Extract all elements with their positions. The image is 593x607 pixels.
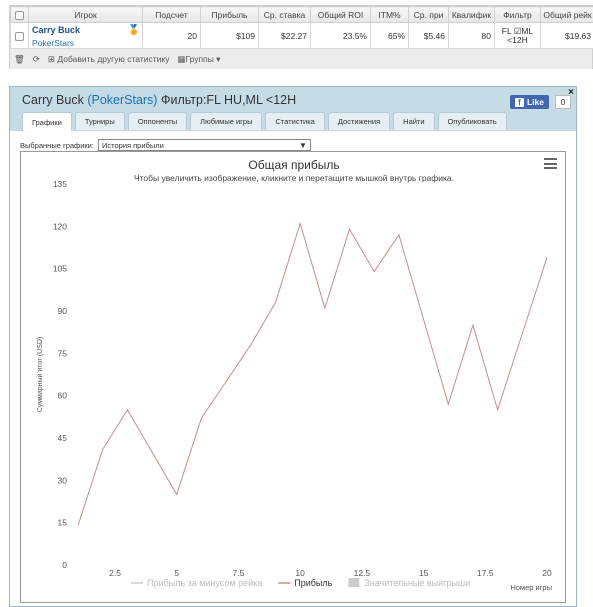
dropdown-arrow-icon: ▼ (299, 140, 307, 150)
y-tick-label: 75 (58, 348, 68, 358)
y-tick-label: 90 (58, 306, 68, 316)
chart-subtitle: Чтобы увеличить изображение, кликните и … (134, 173, 454, 183)
graph-select-value: История прибыли (101, 140, 164, 150)
y-tick-label: 0 (62, 560, 67, 570)
facebook-icon: f (514, 97, 524, 107)
profit-value: $109 (200, 22, 259, 49)
panel-tabs: Графики Турниры Оппоненты Любимые игры С… (22, 112, 507, 131)
roi-value: 23.5% (310, 22, 371, 49)
trash-icon[interactable]: 🗑 (14, 54, 25, 65)
add-stat-label: Добавить другую статистику (57, 53, 170, 64)
table-row: Carry Buck 🏅 PokerStars 20 $109 $22.27 2… (10, 22, 593, 49)
graph-select-row: Выбранные графики: История прибыли ▼ (20, 139, 311, 151)
header-profit[interactable]: Прибыль (200, 6, 259, 23)
x-tick-label: 10 (295, 568, 305, 578)
tab-publish[interactable]: Опубликовать (437, 112, 507, 130)
legend-item-label[interactable]: Прибыль (294, 578, 332, 588)
header-count[interactable]: Подсчет (142, 6, 201, 23)
panel-header: Carry Buck (PokerStars) Фильтр:FL HU,ML … (10, 87, 576, 131)
rake-value: $19.63 (540, 22, 593, 49)
y-tick-label: 105 (53, 264, 67, 274)
stats-table: Игрок Подсчет Прибыль Ср. ставка Общий R… (10, 6, 593, 49)
count-value: 20 (142, 22, 201, 49)
y-axis-label: Суммарный итог (USD) (36, 337, 44, 413)
panel-title: Carry Buck (PokerStars) Фильтр:FL HU,ML … (22, 93, 296, 107)
itm-value: 65% (370, 22, 409, 49)
x-tick-label: 15 (419, 568, 429, 578)
graph-select-label: Выбранные графики: (20, 140, 94, 150)
header-rake[interactable]: Общий рейк (540, 6, 593, 23)
tab-achievements[interactable]: Достижения (327, 112, 391, 130)
groups-dropdown[interactable]: ▦Группы ▾ (177, 54, 220, 65)
y-tick-label: 45 (58, 433, 68, 443)
panel-title-site[interactable]: (PokerStars) (87, 93, 157, 107)
x-tick-label: 2.5 (109, 568, 121, 578)
avg-prize-value: $5.46 (408, 22, 449, 49)
facebook-like-button[interactable]: f Like (509, 95, 549, 109)
stats-toolbar: 🗑 ⟳ ⊞ Добавить другую статистику ▦Группы… (10, 49, 592, 69)
legend-item-label[interactable]: Значительные выигрыши (364, 578, 470, 588)
player-panel: Carry Buck (PokerStars) Фильтр:FL HU,ML … (9, 86, 577, 607)
header-roi[interactable]: Общий ROI (310, 6, 371, 23)
header-player[interactable]: Игрок (28, 6, 143, 23)
player-cell: Carry Buck 🏅 PokerStars (28, 22, 143, 49)
series-line-profit (77, 221, 548, 526)
y-tick-label: 30 (58, 475, 68, 485)
player-site-link[interactable]: PokerStars (32, 38, 139, 48)
y-tick-label: 60 (58, 391, 68, 401)
groups-label: Группы (185, 53, 214, 64)
tab-find[interactable]: Найти (393, 112, 435, 130)
panel-title-name: Carry Buck (22, 93, 84, 107)
tab-opponents[interactable]: Оппоненты (127, 112, 188, 130)
avg-stake-value: $22.27 (258, 22, 311, 49)
filter-value: FL ☑ML <12H (494, 22, 541, 49)
qualif-value: 80 (448, 22, 495, 49)
close-icon[interactable]: × (568, 87, 574, 98)
header-avg-stake[interactable]: Ср. ставка (258, 6, 311, 23)
chart-title: Общая прибыль (248, 158, 339, 172)
stats-header-row: Игрок Подсчет Прибыль Ср. ставка Общий R… (10, 6, 593, 23)
x-tick-label: 17.5 (477, 568, 494, 578)
profit-chart[interactable]: Общая прибыль Чтобы увеличить изображение… (20, 151, 566, 603)
header-qualif[interactable]: Квалифик (448, 6, 495, 23)
row-checkbox[interactable] (10, 22, 29, 49)
header-avg-prize[interactable]: Ср. при (408, 6, 449, 23)
award-icon: 🏅 (127, 25, 140, 36)
tab-statistics[interactable]: Статистика (265, 112, 325, 130)
x-tick-label: 20 (542, 568, 552, 578)
x-axis-label: Номер игры (510, 583, 552, 592)
player-name-link[interactable]: Carry Buck (32, 25, 80, 35)
legend-item-label[interactable]: Прибыль за минусом рейка (147, 578, 262, 588)
y-tick-label: 135 (53, 179, 67, 189)
facebook-like-label: Like (526, 97, 544, 107)
select-all-checkbox[interactable] (10, 6, 29, 23)
panel-title-filter: Фильтр:FL HU,ML <12H (160, 93, 297, 107)
chart-svg: Общая прибыльЧтобы увеличить изображение… (36, 158, 552, 592)
stats-table-wrapper: Игрок Подсчет Прибыль Ср. ставка Общий R… (9, 5, 593, 69)
tab-graphs[interactable]: Графики (22, 112, 72, 131)
x-tick-label: 7.5 (233, 568, 245, 578)
add-stat-button[interactable]: ⊞ Добавить другую статистику (48, 54, 170, 65)
header-itm[interactable]: ITM% (370, 6, 409, 23)
x-tick-label: 5 (174, 568, 179, 578)
tab-favorite-games[interactable]: Любимые игры (190, 112, 263, 130)
legend-symbol (348, 578, 360, 587)
header-filter[interactable]: Фильтр (494, 6, 541, 23)
y-tick-label: 120 (53, 221, 67, 231)
chart-menu-icon[interactable] (544, 158, 557, 169)
tab-tournaments[interactable]: Турниры (74, 112, 125, 130)
graph-select[interactable]: История прибыли ▼ (97, 139, 311, 151)
refresh-icon[interactable]: ⟳ (33, 54, 40, 65)
y-tick-label: 15 (58, 518, 68, 528)
x-tick-label: 12.5 (354, 568, 371, 578)
